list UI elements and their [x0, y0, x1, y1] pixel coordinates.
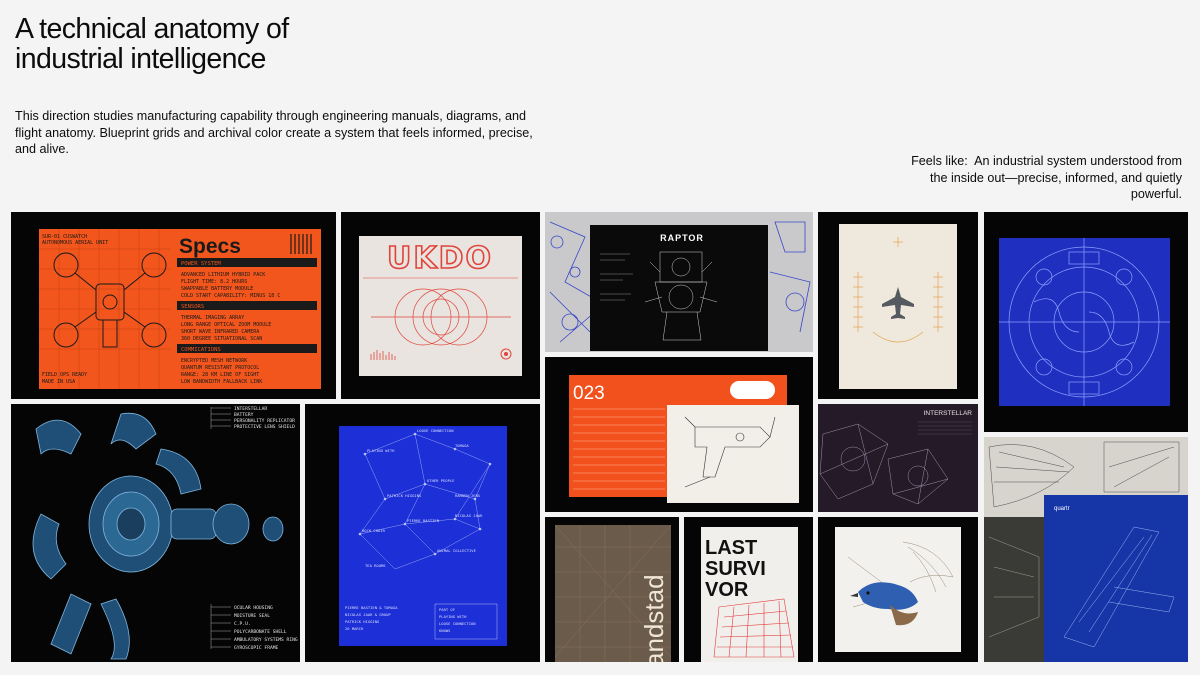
network-node: PIERRE BASTIEN [407, 518, 440, 523]
quartr-brand: quartr [1054, 506, 1070, 512]
robot-label-bottom: POLYCARBONATE SHELL [234, 629, 287, 635]
jet-hud-poster [839, 224, 957, 389]
network-poster: PLAYING WITH LOOSE CONNECTION PATRICK HI… [339, 426, 507, 646]
network-node: PLAYING WITH [367, 448, 395, 453]
moodboard-tile-bird-sketch [818, 517, 978, 662]
last-survivor-line-1: LAST [705, 537, 757, 559]
page-title: A technical anatomy of industrial intell… [15, 14, 435, 74]
specs-footer-1: FIELD OPS READY [42, 372, 87, 378]
network-node: TEA ROOMS [365, 563, 386, 568]
network-footer-text: 26 MARCH [345, 626, 364, 631]
feels-like-statement: Feels like: An industrial system underst… [892, 153, 1182, 203]
moodboard-tile-robot-diagram: INTERSTELLAR BATTERY PERSONALITY REPLICA… [11, 404, 300, 662]
interstellar-title: INTERSTELLAR [924, 410, 973, 417]
specs-power-label: POWER SYSTEM [181, 261, 221, 267]
network-legend-item: KNOWS [439, 628, 451, 633]
moodboard-tile-sandstad-book: andstad [545, 517, 679, 662]
robot-label-bottom: C.P.U. [234, 621, 251, 627]
robot-label-bottom: AMBULATORY SYSTEMS RING [234, 637, 298, 643]
robot-label-bottom: GYROSCOPIC FRAME [234, 645, 278, 651]
network-node: RAMDEN JENS [455, 493, 481, 498]
specs-power-item: COLD START CAPABILITY: MINUS 18 C [181, 293, 280, 299]
network-footer-text: PIERRE BASTIEN & TOMAGA [345, 605, 398, 610]
specs-footer-2: MADE IN USA [42, 379, 75, 385]
specs-small-line-2: AUTONOMOUS AERIAL UNIT [42, 240, 108, 246]
sandstad-word: andstad [639, 574, 669, 662]
specs-title: Specs [179, 235, 241, 258]
specs-sensor-item: SHORT WAVE INFRARED CAMERA [181, 329, 259, 335]
robot-label-top: PERSONALITY REPLICATOR [234, 418, 295, 424]
raptor-engine-poster: RAPTOR [549, 221, 811, 351]
specs-power-item: SWAPPABLE BATTERY MODULE [181, 286, 253, 292]
specs-sensors-label: SENSORS [181, 304, 204, 310]
page-title-line-2: industrial intelligence [15, 43, 266, 75]
network-footer-text: PATRICK HIGGINS [345, 619, 380, 624]
specs-comms-item: LOW BANDWIDTH FALLBACK LINK [181, 379, 262, 385]
specs-power-item: ADVANCED LITHIUM HYBRID PACK [181, 272, 265, 278]
raptor-title: RAPTOR [660, 233, 704, 243]
specs-sensor-item: THERMAL IMAGING ARRAY [181, 315, 244, 321]
network-node: TOMAGA [455, 443, 469, 448]
moodboard-tile-drone-specs: SUR-01 CUSWATCH AUTONOMOUS AERIAL UNIT S… [11, 212, 336, 399]
robot-label-top: PROTECTIVE LENS SHIELD [234, 424, 295, 430]
interstellar-poster: INTERSTELLAR [819, 410, 973, 505]
moodboard-tile-raptor: RAPTOR [545, 212, 813, 352]
exploded-robot-diagram: INTERSTELLAR BATTERY PERSONALITY REPLICA… [32, 406, 298, 660]
robot-label-bottom: MOISTURE SEAL [234, 613, 270, 619]
moodboard-tile-jet-hud [818, 212, 978, 399]
bird-sketch [835, 527, 961, 652]
network-node: PATRICK HIGGINS [387, 493, 422, 498]
specs-comms-item: ENCRYPTED MESH NETWORK [181, 358, 247, 364]
network-node: OTHER PEOPLE [427, 478, 455, 483]
ukdo-logo: UKDO [387, 241, 493, 276]
page-description: This direction studies manufacturing cap… [15, 109, 533, 156]
specs-comms-label: COMMICATIONS [181, 347, 221, 353]
specs-comms-item: RANGE: 28 KM LINE OF SIGHT [181, 372, 259, 378]
drone-specs-sheet: SUR-01 CUSWATCH AUTONOMOUS AERIAL UNIT S… [39, 229, 321, 389]
moodboard-tile-last-survivor: LAST SURVI VOR [684, 517, 813, 662]
robot-label-top: BATTERY [234, 412, 254, 418]
robot-label-top: INTERSTELLAR [234, 406, 267, 412]
network-node: ANIMAL COLLECTIVE [437, 548, 477, 553]
network-node: LOOSE CONNECTION [417, 428, 454, 433]
orange-card-number: 023 [573, 383, 605, 404]
moodboard-tile-plane-blueprint: quartr [984, 437, 1188, 662]
specs-comms-item: QUANTUM RESISTANT PROTOCOL [181, 365, 259, 371]
moodboard-tile-blue-blueprint [984, 212, 1188, 432]
network-node: ROCK CHOIR [362, 528, 386, 533]
network-node: NICOLAS JAAR [455, 513, 483, 518]
last-survivor-poster: LAST SURVI VOR [701, 527, 798, 662]
network-footer-text: NICOLAS JAAR & GROUP [345, 612, 391, 617]
moodboard-tile-orange-card: 023 [545, 357, 813, 512]
network-legend-item: PLAYING WITH [439, 614, 467, 619]
feels-like-label: Feels like: [911, 154, 968, 168]
last-survivor-line-2: SURVI [705, 558, 766, 580]
ukdo-poster: UKDO [359, 236, 522, 376]
network-legend-item: PART OF [439, 607, 456, 612]
network-legend-item: LOOSE CONNECTION [439, 621, 476, 626]
blueprint-circle-poster [999, 238, 1170, 406]
specs-sensor-item: LONG RANGE OPTICAL ZOOM MODULE [181, 322, 271, 328]
plane-blueprint-collage: quartr [984, 437, 1188, 662]
moodboard-tile-interstellar: INTERSTELLAR [818, 404, 978, 512]
last-survivor-line-3: VOR [705, 579, 749, 601]
feels-like-text: An industrial system understood from the… [929, 154, 1182, 201]
specs-sensor-item: 360 DEGREE SITUATIONAL SCAN [181, 336, 262, 342]
moodboard-tile-ukdo-poster: UKDO [341, 212, 540, 399]
moodboard-tile-network-poster: PLAYING WITH LOOSE CONNECTION PATRICK HI… [305, 404, 540, 662]
sandstad-book: andstad [554, 524, 672, 662]
orange-data-card: 023 [569, 375, 799, 503]
robot-label-bottom: OCULAR HOUSING [234, 605, 273, 611]
specs-power-item: FLIGHT TIME: 8.2 HOURS [181, 279, 247, 285]
page-title-line-1: A technical anatomy of [15, 13, 289, 45]
